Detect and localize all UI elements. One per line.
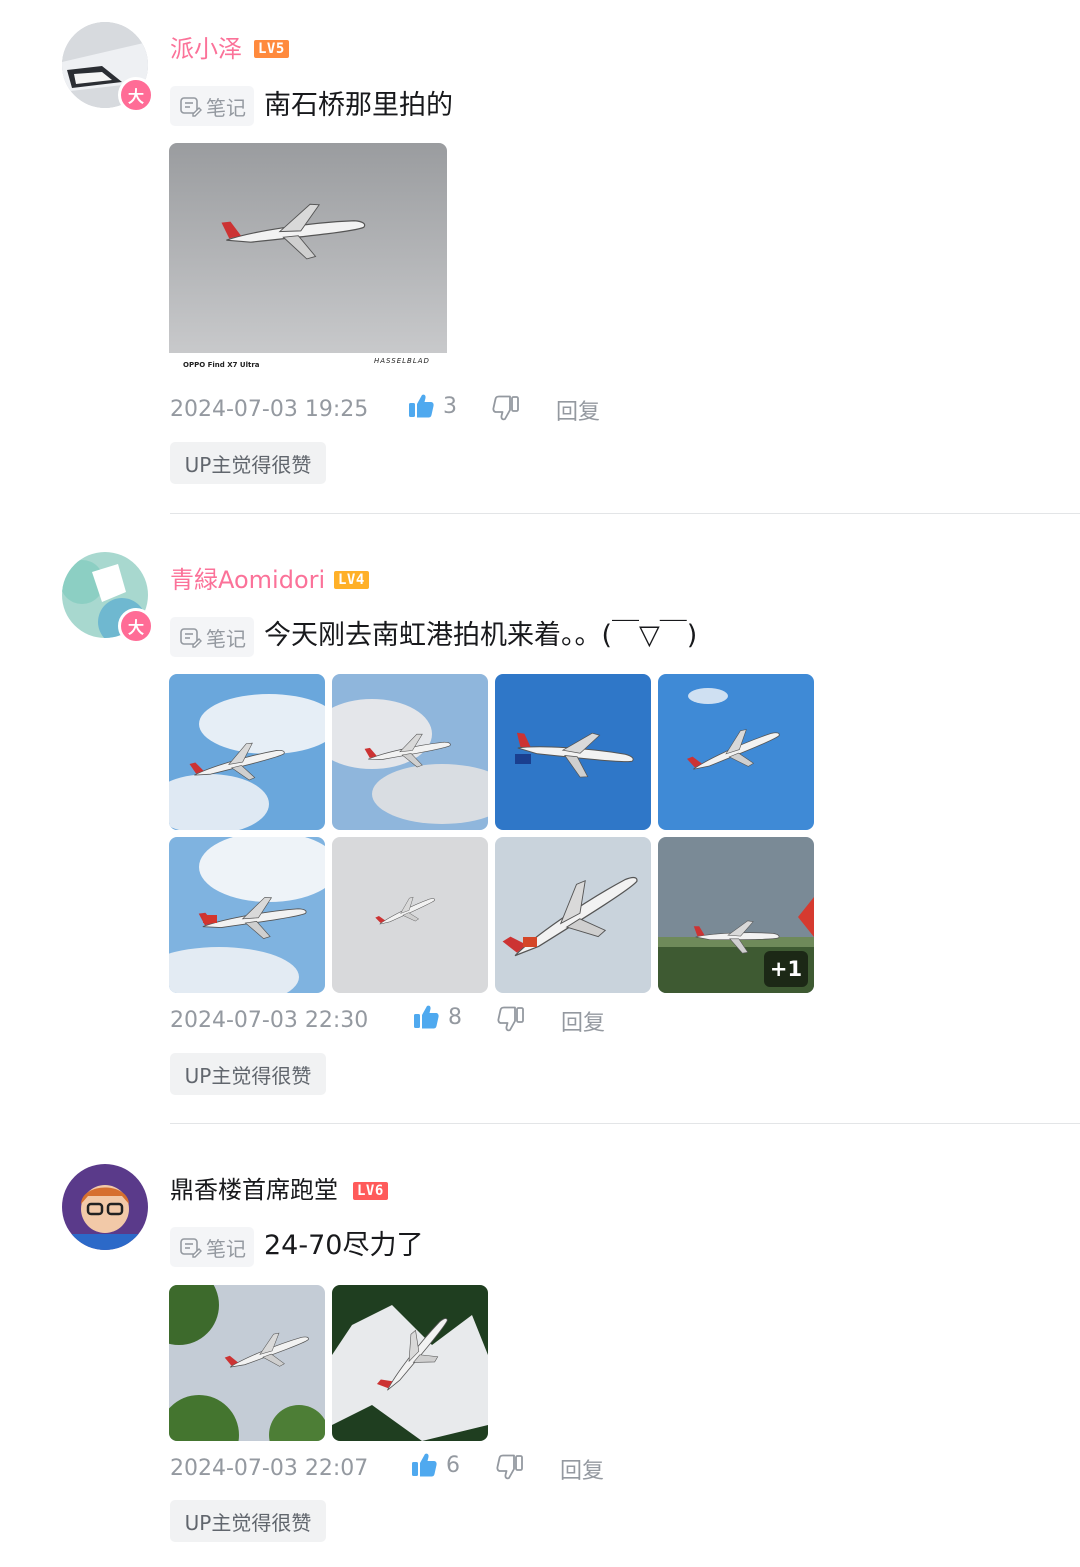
reply-button[interactable]: 回复 xyxy=(556,394,600,426)
note-icon xyxy=(178,1235,202,1259)
comment-image[interactable] xyxy=(332,674,488,830)
dislike-button[interactable] xyxy=(497,1005,525,1037)
note-tag[interactable]: 笔记 xyxy=(170,617,254,657)
note-tag[interactable]: 笔记 xyxy=(170,1227,254,1267)
comment-image[interactable] xyxy=(495,837,651,993)
username[interactable]: 派小泽 xyxy=(170,34,242,64)
photo-caption-device: OPPO Find X7 Ultra xyxy=(183,361,260,369)
up-liked-tag: UP主觉得很赞 xyxy=(170,1500,326,1542)
like-button[interactable]: 6 xyxy=(410,1451,460,1479)
big-member-badge: 大 xyxy=(118,608,154,644)
like-button[interactable]: 8 xyxy=(412,1003,462,1031)
note-tag-label: 笔记 xyxy=(206,1236,246,1261)
up-liked-tag: UP主觉得很赞 xyxy=(170,442,326,484)
comment-item: 大 青緑Aomidori LV4 笔记 今天刚去南虹港拍机来着。。(￣▽￣) +… xyxy=(0,514,1080,1124)
comment-image[interactable] xyxy=(169,1285,325,1441)
like-count: 6 xyxy=(446,1452,460,1478)
comment-item: 鼎香楼首席跑堂 LV6 笔记 24-70尽力了 2024-07-03 22:07… xyxy=(0,1124,1080,1567)
dislike-button[interactable] xyxy=(492,394,520,426)
username[interactable]: 鼎香楼首席跑堂 xyxy=(170,1175,338,1205)
comment-text: 南石桥那里拍的 xyxy=(264,90,453,121)
note-icon xyxy=(178,94,202,118)
note-tag-label: 笔记 xyxy=(206,95,246,120)
like-count: 3 xyxy=(443,393,457,419)
timestamp: 2024-07-03 22:30 xyxy=(170,1007,369,1033)
like-button[interactable]: 3 xyxy=(407,392,457,420)
level-badge: LV5 xyxy=(254,40,289,58)
timestamp: 2024-07-03 22:07 xyxy=(170,1455,369,1481)
big-member-badge: 大 xyxy=(118,77,154,113)
note-icon xyxy=(178,625,202,649)
comment-image[interactable] xyxy=(169,674,325,830)
comment-image[interactable]: +1 xyxy=(658,837,814,993)
note-tag-label: 笔记 xyxy=(206,626,246,651)
dislike-button[interactable] xyxy=(496,1453,524,1485)
thumbs-down-icon xyxy=(497,1005,525,1033)
thumbs-up-icon xyxy=(412,1003,440,1031)
comment-image[interactable] xyxy=(332,837,488,993)
like-count: 8 xyxy=(448,1004,462,1030)
comment-image[interactable] xyxy=(658,674,814,830)
photo-caption-brand: HASSELBLAD xyxy=(374,357,430,365)
note-tag[interactable]: 笔记 xyxy=(170,86,254,126)
thumbs-down-icon xyxy=(492,394,520,422)
comment-image[interactable] xyxy=(169,837,325,993)
thumbs-down-icon xyxy=(496,1453,524,1481)
timestamp: 2024-07-03 19:25 xyxy=(170,396,369,422)
up-liked-tag: UP主觉得很赞 xyxy=(170,1053,326,1095)
avatar[interactable] xyxy=(62,1164,148,1250)
comment-image[interactable]: OPPO Find X7 Ultra HASSELBLAD xyxy=(169,143,447,379)
reply-button[interactable]: 回复 xyxy=(561,1005,605,1037)
more-images-badge[interactable]: +1 xyxy=(764,951,808,987)
comment-text: 今天刚去南虹港拍机来着。。(￣▽￣) xyxy=(264,620,698,651)
reply-button[interactable]: 回复 xyxy=(560,1453,604,1485)
thumbs-up-icon xyxy=(407,392,435,420)
username[interactable]: 青緑Aomidori xyxy=(170,565,325,595)
comment-image[interactable] xyxy=(495,674,651,830)
thumbs-up-icon xyxy=(410,1451,438,1479)
comment-image[interactable] xyxy=(332,1285,488,1441)
level-badge: LV4 xyxy=(334,571,369,589)
comment-text: 24-70尽力了 xyxy=(264,1230,424,1261)
level-badge: LV6 xyxy=(353,1182,388,1200)
comment-item: 大 派小泽 LV5 笔记 南石桥那里拍的 OPPO Find X7 Ultra … xyxy=(0,0,1080,514)
